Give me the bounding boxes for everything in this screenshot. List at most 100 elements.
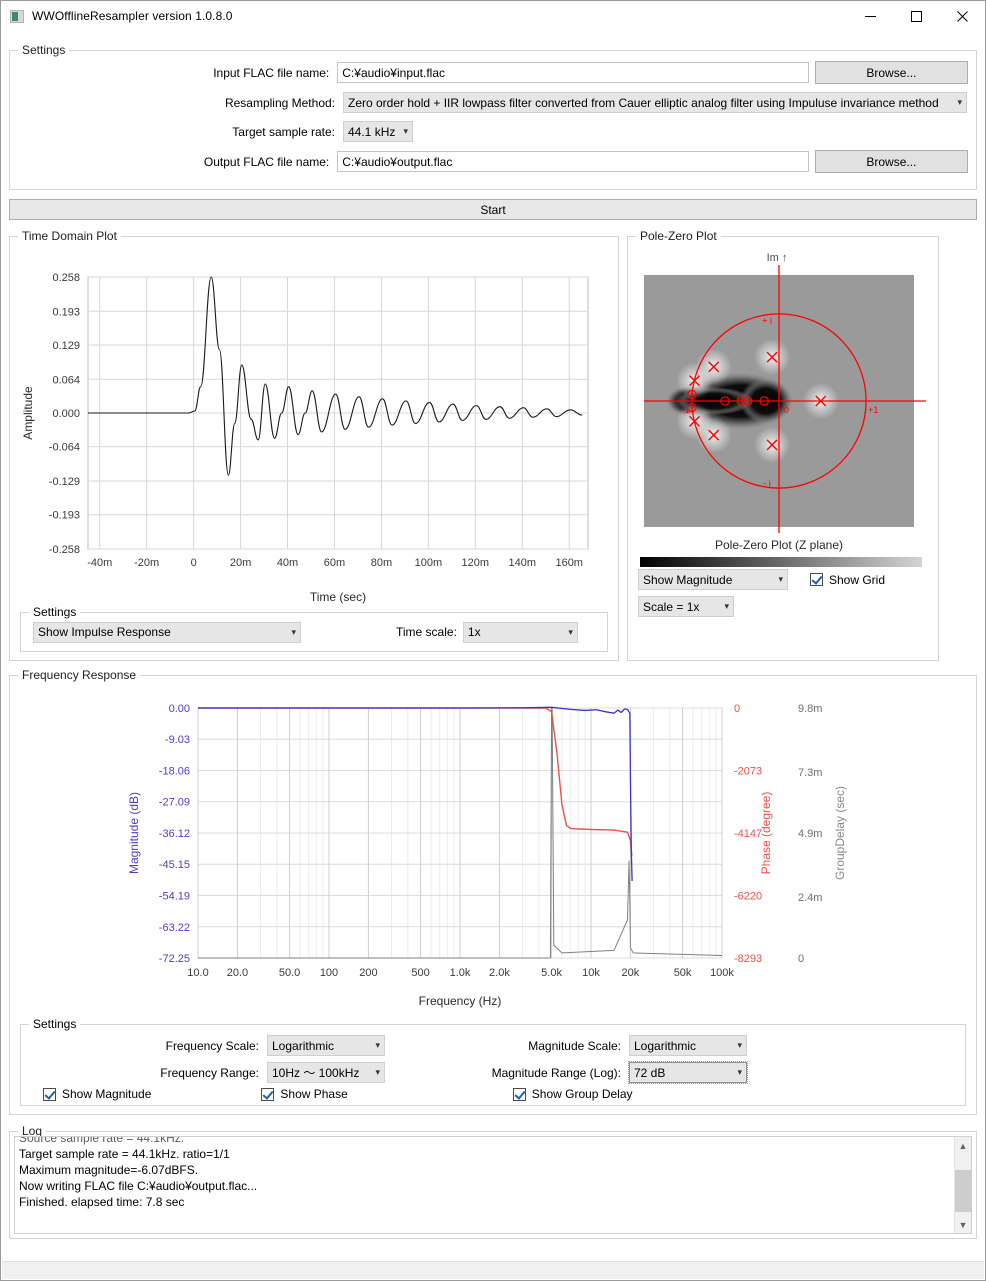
title-bar: WWOfflineResampler version 1.0.8.0 [1,1,985,32]
x-tick-label: 200 [359,967,377,979]
show-group-delay-label: Show Group Delay [531,1087,633,1101]
log-line: Finished. elapsed time: 7.8 sec [19,1195,185,1209]
show-group-delay-checkbox[interactable]: Show Group Delay [512,1087,633,1101]
show-phase-label: Show Phase [280,1087,348,1101]
show-grid-checkbox[interactable]: Show Grid [810,573,885,587]
log-scrollbar[interactable]: ▲ ▼ [954,1137,972,1233]
imaginary-axis-label: Im ↑ [767,252,788,264]
frequency-scale-value: Logarithmic [272,1038,335,1053]
resampling-method-row: Resampling Method: Zero order hold + IIR… [18,92,968,113]
x-tick-label: -40m [87,557,112,569]
x-tick-label: 2.0k [489,967,510,979]
sample-rate-label: Target sample rate: [232,124,335,139]
magnitude-tick-label: -54.19 [159,891,190,903]
y-tick-label: 0.129 [52,340,80,352]
chevron-down-icon: ▾ [957,97,962,107]
pole-zero-scale-select[interactable]: Scale = 1x ▾ [638,596,734,617]
y-tick-label: -0.129 [49,476,80,488]
resampling-method-value: Zero order hold + IIR lowpass filter con… [348,95,939,110]
x-tick-label: 120m [462,557,490,569]
x-axis-title: Frequency (Hz) [419,994,502,1008]
time-scale-label: Time scale: [396,625,457,639]
x-tick-label: 10.0 [187,967,208,979]
y-axis-title: Amplitude [21,386,35,440]
group-delay-tick-label: 7.3m [798,767,822,779]
x-tick-label: 60m [324,557,345,569]
input-file-field[interactable]: C:¥audio¥input.flac [337,62,809,83]
output-file-row: Output FLAC file name: C:¥audio¥output.f… [18,150,968,173]
app-window: WWOfflineResampler version 1.0.8.0 Setti… [0,0,986,1281]
x-tick-label: 0 [191,557,197,569]
magnitude-range-value: 72 dB [634,1065,666,1080]
x-tick-label: 10k [582,967,600,979]
y-tick-label: 0.064 [52,374,80,386]
phase-tick-label: -2073 [734,765,762,777]
x-tick-label: 50.0 [279,967,300,979]
origin-label: 0 [784,405,789,415]
close-button[interactable] [939,1,985,32]
show-magnitude-checkbox[interactable]: Show Magnitude [43,1087,151,1101]
magnitude-range-select[interactable]: 72 dB ▾ [628,1061,748,1084]
frequency-response-group: Frequency Response 0.00 -9.03 -18.06 -27.09… [9,668,977,1115]
pole-zero-caption: Pole-Zero Plot (Z plane) [715,538,843,552]
chevron-down-icon: ▾ [724,601,729,611]
magnitude-scale-select[interactable]: Logarithmic ▾ [629,1035,747,1056]
magnitude-tick-label: -72.25 [159,953,190,965]
app-icon [10,9,24,23]
frequency-range-select[interactable]: 10Hz ～ 100kHz ▾ [267,1062,385,1083]
scrollbar-track[interactable] [954,1154,972,1216]
output-browse-button[interactable]: Browse... [814,150,968,173]
time-scale-select[interactable]: 1x ▾ [462,621,578,643]
maximize-button[interactable] [893,1,939,32]
x-tick-label: 40m [277,557,298,569]
output-file-field[interactable]: C:¥audio¥output.flac [337,151,809,172]
phase-tick-label: 0 [734,703,740,715]
checkbox-box [512,1087,526,1101]
frequency-settings-legend: Settings [29,1017,81,1031]
minimize-button[interactable] [847,1,893,32]
chevron-down-icon: ▾ [291,626,296,637]
time-domain-mode-select[interactable]: Show Impulse Response ▾ [33,621,301,643]
time-domain-settings-legend: Settings [29,605,81,619]
input-browse-button[interactable]: Browse... [814,61,968,84]
group-delay-tick-label: 0 [798,953,804,965]
time-domain-settings-group: Settings Show Impulse Response ▾ Time sc… [20,605,608,652]
x-tick-label: 500 [411,967,429,979]
y-tick-label: 0.000 [52,408,80,420]
start-button[interactable]: Start [9,199,977,220]
x-tick-label: 80m [371,557,392,569]
x-axis-title: Time (sec) [310,590,366,604]
magnitude-tick-label: -45.15 [159,859,190,871]
x-tick-label: 1.0k [450,967,471,979]
log-line: Maximum magnitude=-6.07dBFS. [19,1163,199,1177]
pole-zero-group: Pole-Zero Plot Im ↑Re+ i- i+1-10Pole-Zer… [627,229,939,661]
scroll-down-icon[interactable]: ▼ [955,1216,972,1233]
phase-tick-label: -6220 [734,891,762,903]
minus-one-label: -1 [682,405,690,415]
minus-i-label: - i [763,478,771,488]
sample-rate-select[interactable]: 44.1 kHz ▾ [343,121,413,142]
frequency-scale-select[interactable]: Logarithmic ▾ [267,1035,385,1056]
pole-zero-display-select[interactable]: Show Magnitude ▾ [638,569,788,590]
resampling-method-select[interactable]: Zero order hold + IIR lowpass filter con… [343,92,967,113]
scrollbar-thumb[interactable] [954,1169,972,1213]
log-group: Log Source sample rate = 44.1kHz. Target … [9,1124,977,1239]
phase-tick-label: -8293 [734,953,762,965]
chevron-down-icon: ▾ [568,626,573,637]
show-phase-checkbox[interactable]: Show Phase [261,1087,348,1101]
window-controls [847,1,985,32]
phase-tick-label: -4147 [734,828,762,840]
x-tick-label: 100 [320,967,338,979]
y-tick-label: -0.064 [49,442,80,454]
log-line-clipped: Source sample rate = 44.1kHz. [19,1137,185,1145]
log-body[interactable]: Source sample rate = 44.1kHz. Target samp… [14,1136,972,1234]
output-file-label: Output FLAC file name: [203,154,330,169]
sample-rate-value: 44.1 kHz [348,124,396,139]
chevron-down-icon: ▾ [778,574,783,584]
settings-group: Settings Input FLAC file name: C:¥audio¥… [9,43,977,190]
scroll-up-icon[interactable]: ▲ [955,1137,972,1154]
checkbox-box [810,573,823,586]
time-scale-value: 1x [467,625,481,639]
log-text: Source sample rate = 44.1kHz. Target samp… [15,1137,954,1233]
y-tick-label: 0.258 [52,272,80,284]
